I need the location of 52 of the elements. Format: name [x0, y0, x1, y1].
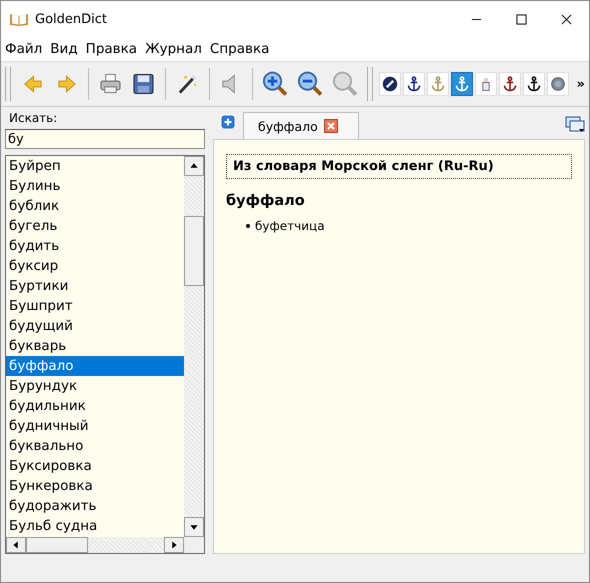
scroll-thumb[interactable]: [184, 216, 204, 286]
dictionary-heading: Из словаря Морской сленг (Ru-Ru): [226, 154, 572, 179]
word-list-item[interactable]: будущий: [6, 316, 184, 336]
add-tab-icon[interactable]: [221, 115, 235, 129]
word-list-item[interactable]: буффало: [6, 356, 184, 376]
word-list-item[interactable]: Бушприт: [6, 296, 184, 316]
menu-item[interactable]: Справка: [210, 41, 270, 57]
word-list-item[interactable]: будильник: [6, 396, 184, 416]
vertical-scrollbar[interactable]: [184, 156, 204, 537]
search-label: Искать:: [9, 111, 58, 125]
word-list-item[interactable]: Бульб судна: [6, 516, 184, 536]
link-icon[interactable]: [378, 72, 401, 96]
word-list-item[interactable]: будоражить: [6, 496, 184, 516]
word-list-item[interactable]: Бурундук: [6, 376, 184, 396]
article-tab[interactable]: буффало: [243, 112, 359, 139]
menu-item[interactable]: Вид: [50, 41, 78, 57]
word-list-item[interactable]: будить: [6, 236, 184, 256]
word-list-item[interactable]: Булинь: [6, 176, 184, 196]
word-list-item[interactable]: бугель: [6, 216, 184, 236]
scroll-thumb[interactable]: [26, 537, 88, 553]
translation-text: буфетчица: [255, 219, 325, 233]
word-list-item[interactable]: будничный: [6, 416, 184, 436]
scroll-right-icon[interactable]: [164, 537, 184, 553]
word-list-item[interactable]: буксир: [6, 256, 184, 276]
scrollbar-corner: [184, 537, 204, 553]
menu-item[interactable]: Правка: [86, 41, 138, 57]
headword: буффало: [226, 193, 306, 209]
zoom-in-icon[interactable]: [262, 70, 290, 98]
word-list-item[interactable]: Буйреп: [6, 156, 184, 176]
scroll-left-icon[interactable]: [6, 537, 26, 553]
windows-icon[interactable]: [565, 115, 585, 133]
word-list-item[interactable]: Буртики: [6, 276, 184, 296]
zoom-out-icon[interactable]: [297, 70, 324, 98]
bullet-icon: [246, 224, 250, 228]
close-icon[interactable]: [561, 14, 572, 24]
menu-item[interactable]: Журнал: [145, 41, 202, 57]
word-list-item[interactable]: бублик: [6, 196, 184, 216]
word-list-item[interactable]: буквально: [6, 436, 184, 456]
window-title: GoldenDict: [35, 12, 108, 26]
word-list-item[interactable]: Бункеровка: [6, 476, 184, 496]
maximize-icon[interactable]: [516, 14, 527, 24]
printer-icon[interactable]: [98, 72, 122, 96]
book-icon: [9, 11, 29, 27]
horizontal-scrollbar[interactable]: [6, 537, 204, 553]
scroll-up-icon[interactable]: [184, 156, 204, 176]
word-list-item[interactable]: Буксировка: [6, 456, 184, 476]
word-list-item[interactable]: букварь: [6, 336, 184, 356]
toolbar-overflow[interactable]: »: [576, 76, 585, 92]
menu-item[interactable]: Файл: [5, 41, 42, 57]
scroll-down-icon[interactable]: [184, 517, 204, 537]
search-field[interactable]: бу: [5, 129, 205, 149]
close-tab-icon[interactable]: [324, 119, 338, 133]
